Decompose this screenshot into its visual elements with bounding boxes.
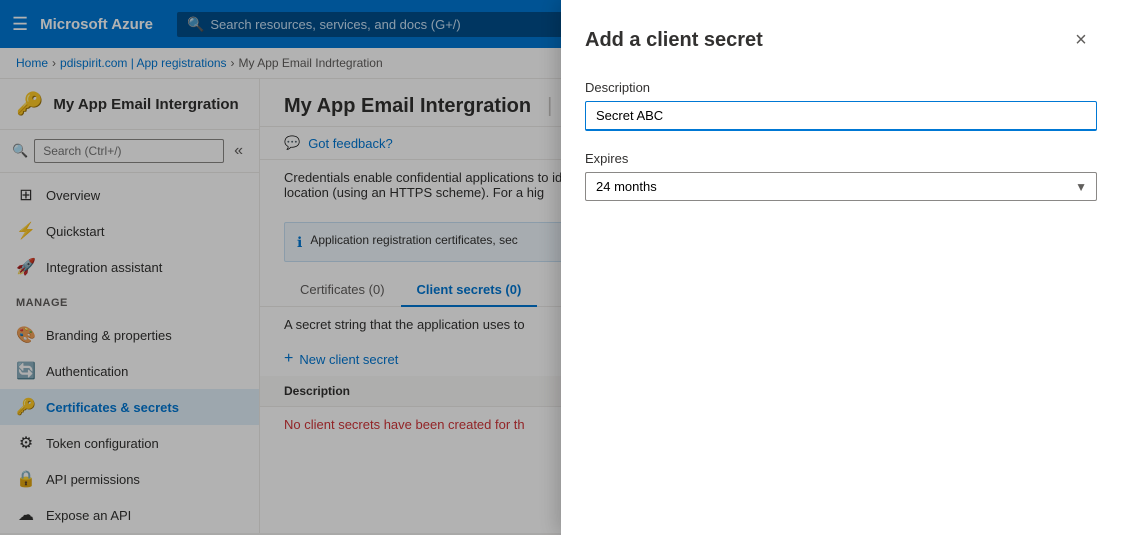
description-field-row: Description [585,80,1097,131]
expires-label: Expires [585,151,1097,166]
description-label: Description [585,80,1097,95]
panel-header: Add a client secret × [585,24,1097,56]
expires-field-row: Expires 3 months 6 months 12 months 18 m… [585,151,1097,201]
panel-close-button[interactable]: × [1065,24,1097,56]
add-client-secret-panel: Add a client secret × Description Expire… [561,0,1121,535]
description-input[interactable] [585,101,1097,131]
expires-select-wrapper: 3 months 6 months 12 months 18 months 24… [585,172,1097,201]
expires-select[interactable]: 3 months 6 months 12 months 18 months 24… [585,172,1097,201]
panel-title: Add a client secret [585,29,763,52]
